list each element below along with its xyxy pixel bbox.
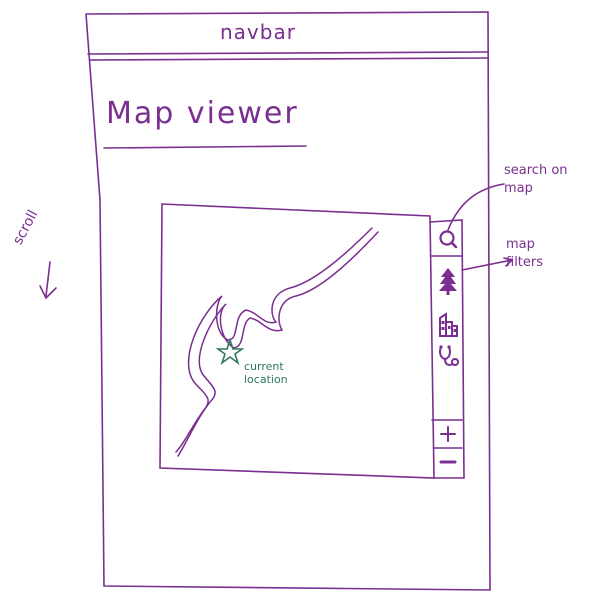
page-title: Map viewer: [106, 96, 299, 131]
stethoscope-icon: [439, 345, 459, 366]
search-icon: [439, 230, 458, 249]
filters-annotation-pointer: [461, 259, 513, 271]
search-on-map-button[interactable]: [434, 224, 462, 254]
zoom-in-button[interactable]: [434, 422, 462, 446]
search-annotation: search on map: [504, 163, 568, 196]
plus-icon: [440, 426, 456, 442]
building-icon: [439, 312, 458, 337]
scroll-arrow-shaft: [45, 261, 51, 297]
title-underline: [103, 145, 307, 149]
navbar-divider: [87, 51, 489, 55]
navbar-divider-shadow: [89, 57, 489, 61]
scroll-arrow-head: [39, 285, 57, 300]
navbar-label: navbar: [220, 20, 296, 44]
zoom-out-button[interactable]: [434, 450, 462, 474]
minus-icon: [439, 460, 457, 464]
building-filter-button[interactable]: [434, 310, 462, 340]
tree-filter-button[interactable]: [434, 266, 462, 296]
tree-icon: [439, 268, 457, 295]
medical-filter-button[interactable]: [434, 342, 462, 372]
wireframe-page: navbar Map viewer scroll search on map m…: [0, 0, 600, 600]
map-canvas[interactable]: [164, 208, 428, 466]
current-location-label: current location: [244, 360, 288, 386]
filters-annotation: map filters: [506, 237, 544, 270]
